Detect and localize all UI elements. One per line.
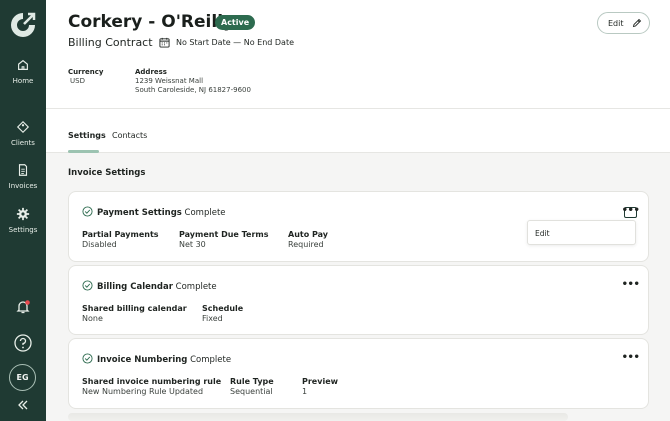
sidebar-item-label: Invoices xyxy=(8,182,38,190)
billing-calendar-card: Billing Calendar Complete ••• Shared bil… xyxy=(68,265,649,335)
notification-dot xyxy=(25,300,30,305)
field-value: Required xyxy=(288,240,324,249)
field-label: Shared billing calendar xyxy=(82,304,187,313)
field-value: New Numbering Rule Updated xyxy=(82,387,204,396)
invoice-numbering-card: Invoice Numbering Complete ••• Shared in… xyxy=(68,338,649,409)
tag-icon xyxy=(16,120,30,134)
field-label: Partial Payments xyxy=(82,230,159,239)
tab-settings[interactable]: Settings xyxy=(68,131,106,140)
avatar[interactable]: EG xyxy=(9,364,36,391)
section-heading: Invoice Settings xyxy=(68,168,146,178)
ellipsis-icon: ••• xyxy=(621,204,640,216)
field-label: Payment Due Terms xyxy=(179,230,269,239)
card-title: Payment Settings Complete xyxy=(97,208,226,218)
sidebar-item-label: Settings xyxy=(8,226,38,234)
card-title: Invoice Numbering Complete xyxy=(97,355,231,365)
status-badge: Active xyxy=(215,15,256,30)
sidebar: Home Clients Invoices Settings EG xyxy=(0,0,46,421)
more-options-menu: Edit xyxy=(527,220,636,245)
address-line2: South Caroleside, NJ 61827-9600 xyxy=(135,86,251,94)
address-label: Address xyxy=(135,68,167,76)
field-value: 1 xyxy=(302,387,308,396)
card-status: Complete xyxy=(190,355,232,365)
field-value: None xyxy=(82,314,103,323)
active-tab-indicator xyxy=(68,150,99,153)
sidebar-item-clients[interactable]: Clients xyxy=(11,120,35,147)
address-line1: 1239 Weissnat Mall xyxy=(135,77,204,85)
sidebar-item-settings[interactable]: Settings xyxy=(8,207,38,234)
page-title: Corkery - O'Reilly xyxy=(68,12,235,32)
next-card-edge xyxy=(68,413,568,421)
card-title-name: Invoice Numbering xyxy=(97,355,188,365)
help-icon[interactable] xyxy=(13,333,33,353)
gear-icon xyxy=(16,207,30,221)
check-circle-icon xyxy=(82,206,93,217)
card-title-name: Payment Settings xyxy=(97,208,182,218)
card-title-name: Billing Calendar xyxy=(97,282,173,292)
sidebar-item-invoices[interactable]: Invoices xyxy=(8,163,38,190)
field-value: Disabled xyxy=(82,240,117,249)
check-circle-icon xyxy=(82,280,93,291)
home-icon xyxy=(18,59,28,70)
field-label: Rule Type xyxy=(230,377,274,386)
menu-item-edit[interactable]: Edit xyxy=(535,229,550,238)
sidebar-item-label: Clients xyxy=(11,139,35,147)
ellipsis-icon: ••• xyxy=(621,351,640,363)
field-value: Net 30 xyxy=(179,240,206,249)
field-label: Preview xyxy=(302,377,339,386)
field-value: Fixed xyxy=(202,314,223,323)
calendar-icon xyxy=(159,37,170,48)
more-options-button[interactable]: ••• xyxy=(621,278,640,292)
tab-bar: Settings Contacts xyxy=(46,109,670,153)
edit-button-label: Edit xyxy=(608,18,624,28)
pencil-icon xyxy=(632,18,641,28)
field-label: Auto Pay xyxy=(288,230,329,239)
card-status: Complete xyxy=(175,282,217,292)
currency-label: Currency xyxy=(68,68,104,76)
document-icon xyxy=(18,164,28,176)
field-value: Sequential xyxy=(230,387,273,396)
collapse-sidebar-icon[interactable] xyxy=(17,399,29,411)
check-circle-icon xyxy=(82,353,93,364)
sidebar-item-home[interactable]: Home xyxy=(12,58,34,85)
contract-header: Corkery - O'Reilly Active Billing Contra… xyxy=(46,0,670,109)
more-options-button[interactable]: ••• xyxy=(621,351,640,365)
tab-contacts[interactable]: Contacts xyxy=(112,131,147,140)
page-subtitle: Billing Contract xyxy=(68,36,153,49)
date-range: No Start Date — No End Date xyxy=(176,38,295,47)
card-title: Billing Calendar Complete xyxy=(97,282,217,292)
bell-icon[interactable] xyxy=(15,299,31,315)
edit-contract-button[interactable]: Edit xyxy=(597,12,650,34)
ellipsis-icon: ••• xyxy=(621,278,640,290)
sidebar-item-label: Home xyxy=(12,77,34,85)
logo-icon[interactable] xyxy=(8,10,38,40)
currency-value: USD xyxy=(70,77,85,85)
field-label: Shared invoice numbering rule xyxy=(82,377,222,386)
field-label: Schedule xyxy=(202,304,244,313)
card-status: Complete xyxy=(184,208,226,218)
more-options-button[interactable]: ••• xyxy=(621,204,640,218)
